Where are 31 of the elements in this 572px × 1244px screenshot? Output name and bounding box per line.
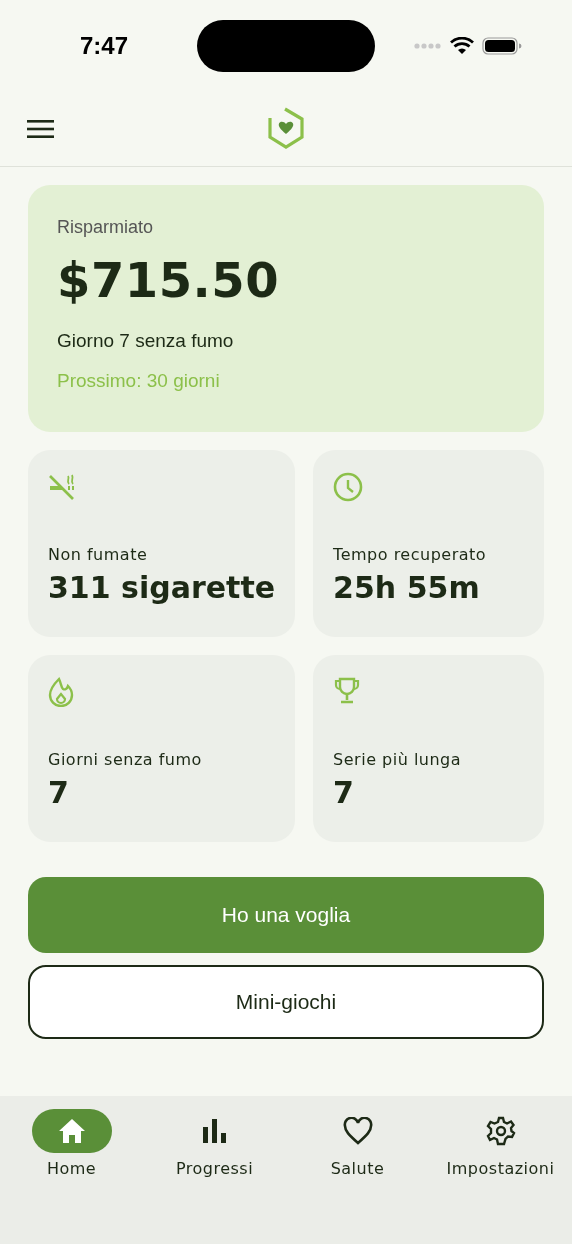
stat-label: Non fumate bbox=[48, 545, 149, 564]
stat-label: Giorni senza fumo bbox=[48, 750, 203, 769]
signal-icon bbox=[414, 43, 442, 49]
savings-amount: $715.50 bbox=[57, 252, 281, 308]
trophy-icon bbox=[333, 677, 362, 705]
settings-icon bbox=[485, 1116, 516, 1146]
stat-label: Tempo recuperato bbox=[333, 545, 488, 564]
nav-tab[interactable]: Progressi bbox=[143, 1109, 286, 1244]
stat-value: 25h 55m bbox=[333, 570, 481, 605]
mini-games-button[interactable]: Mini-giochi bbox=[28, 965, 544, 1039]
heart-icon bbox=[342, 1117, 373, 1145]
bar-chart-icon bbox=[202, 1119, 227, 1143]
wifi-icon bbox=[450, 37, 474, 55]
stat-label: Serie più lunga bbox=[333, 750, 463, 769]
logo-icon bbox=[267, 107, 305, 149]
clock-icon bbox=[333, 472, 364, 502]
stat-value: 7 bbox=[48, 775, 70, 810]
nav-tab[interactable]: Home bbox=[0, 1109, 143, 1244]
smoke-free-day: Giorno 7 senza fumo bbox=[57, 330, 515, 352]
home-icon bbox=[57, 1118, 86, 1144]
flame-icon bbox=[48, 677, 74, 707]
savings-label: Risparmiato bbox=[57, 217, 155, 238]
battery-icon bbox=[482, 37, 522, 55]
stat-value: 311 sigarette bbox=[48, 570, 276, 605]
craving-button[interactable]: Ho una voglia bbox=[28, 877, 544, 953]
nav-tab[interactable]: Salute bbox=[286, 1109, 429, 1244]
stat-value: 7 bbox=[333, 775, 355, 810]
nav-tab[interactable]: Impostazioni bbox=[429, 1109, 572, 1244]
status-time: 7:47 bbox=[80, 32, 129, 60]
menu-icon[interactable] bbox=[27, 120, 54, 138]
next-milestone: Prossimo: 30 giorni bbox=[57, 370, 221, 392]
